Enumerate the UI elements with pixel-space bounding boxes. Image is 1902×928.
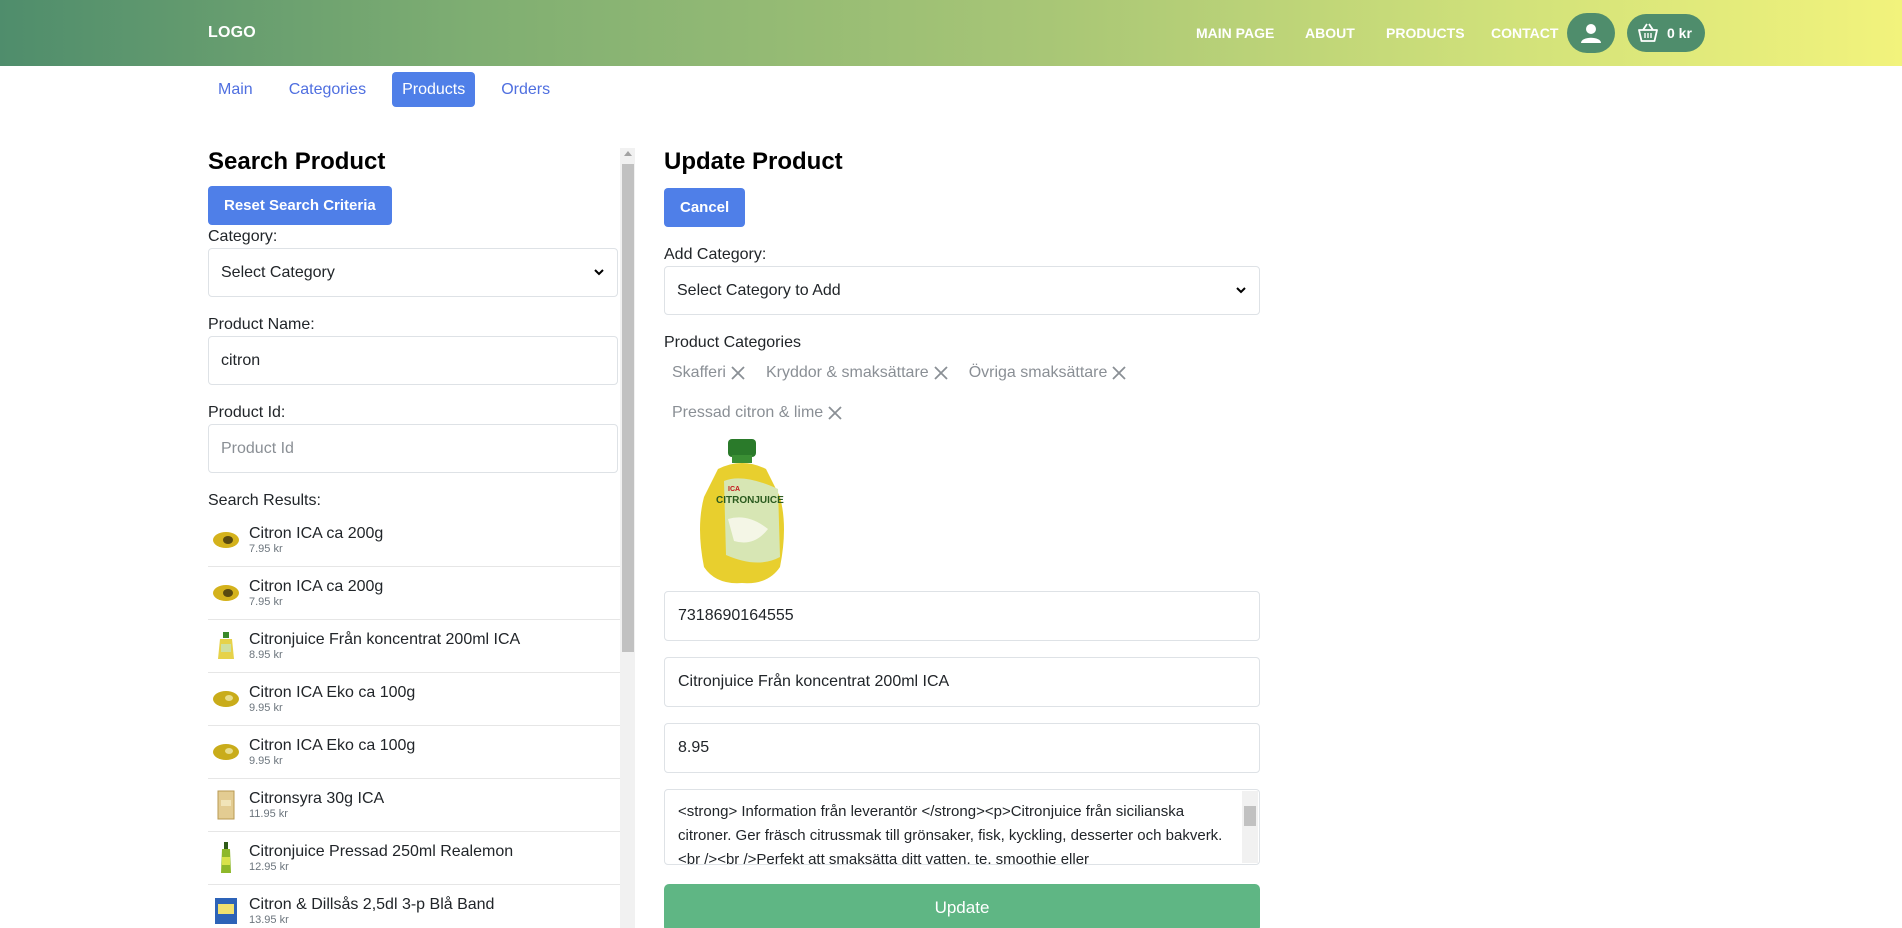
close-icon[interactable]	[933, 365, 949, 381]
lemon-icon	[212, 525, 240, 555]
add-category-label: Add Category:	[664, 246, 767, 263]
product-image-brand: ICA	[728, 486, 740, 493]
result-name: Citronjuice Pressad 250ml Realemon	[249, 843, 514, 860]
search-results-list: Citron ICA ca 200g 7.95 kr Citron ICA ca …	[208, 514, 620, 928]
scrollbar-thumb[interactable]	[622, 164, 634, 652]
category-chip: Pressad citron & lime	[664, 393, 851, 433]
reset-search-button[interactable]: Reset Search Criteria	[208, 186, 392, 225]
search-product-panel: Search Product Reset Search Criteria Cat…	[208, 148, 620, 928]
product-image-label: CITRONJUICE	[716, 495, 784, 506]
chevron-down-icon	[1236, 287, 1246, 294]
result-name: Citron & Dillsås 2,5dl 3-p Blå Band	[249, 896, 495, 913]
product-image: ICA CITRONJUICE	[688, 437, 798, 587]
cancel-button[interactable]: Cancel	[664, 188, 746, 227]
lemon-icon	[212, 684, 240, 714]
result-price: 12.95 kr	[249, 861, 289, 873]
category-select[interactable]: Select Category	[208, 248, 618, 297]
tab-main[interactable]: Main	[208, 72, 263, 107]
tab-products[interactable]: Products	[392, 72, 476, 107]
category-chip: Övriga smaksättare	[961, 353, 1136, 393]
list-item[interactable]: Citron ICA ca 200g 7.95 kr	[208, 567, 620, 620]
nav-about[interactable]: ABOUT	[1305, 25, 1355, 41]
product-id-field[interactable]: 7318690164555	[664, 591, 1260, 641]
tab-categories[interactable]: Categories	[279, 72, 376, 107]
category-chip: Kryddor & smaksättare	[758, 353, 957, 393]
result-price: 8.95 kr	[249, 649, 283, 661]
cart-button[interactable]: 0 kr	[1627, 14, 1705, 52]
result-price: 9.95 kr	[249, 755, 283, 767]
tab-orders[interactable]: Orders	[491, 72, 560, 107]
category-label: Category:	[208, 228, 278, 245]
result-name: Citronjuice Från koncentrat 200ml ICA	[249, 631, 521, 648]
product-description-textarea[interactable]: <strong> Information från leverantör </s…	[664, 789, 1260, 865]
textarea-scrollbar-thumb[interactable]	[1244, 806, 1256, 826]
add-category-select-value: Select Category to Add	[677, 281, 841, 299]
update-product-panel: Update Product Cancel Add Category: Sele…	[664, 148, 1260, 928]
user-icon	[1581, 24, 1601, 43]
nav-products[interactable]: PRODUCTS	[1386, 25, 1465, 41]
product-categories-list: Skafferi Kryddor & smaksättare Övriga sm…	[664, 353, 1260, 433]
chevron-down-icon	[594, 269, 604, 276]
update-button[interactable]: Update	[664, 884, 1260, 928]
cart-amount: 0 kr	[1667, 25, 1692, 41]
result-price: 9.95 kr	[249, 702, 283, 714]
top-navbar: LOGO MAIN PAGE ABOUT PRODUCTS CONTACT 0 …	[0, 0, 1902, 66]
nav-contact[interactable]: CONTACT	[1491, 25, 1558, 41]
logo[interactable]: LOGO	[208, 24, 256, 42]
close-icon[interactable]	[730, 365, 746, 381]
lemon-icon	[212, 737, 240, 767]
product-description-text: <strong> Information från leverantör </s…	[678, 803, 1223, 865]
product-id-label: Product Id:	[208, 404, 286, 421]
juice-bottle-icon	[212, 631, 240, 661]
result-name: Citronsyra 30g ICA	[249, 790, 385, 807]
packet-icon	[212, 790, 240, 820]
product-name-input[interactable]: citron	[208, 336, 618, 385]
category-chip-label: Kryddor & smaksättare	[765, 364, 929, 381]
scroll-up-arrow-icon[interactable]	[621, 150, 634, 162]
add-category-select[interactable]: Select Category to Add	[664, 266, 1260, 315]
result-name: Citron ICA Eko ca 100g	[249, 684, 416, 701]
user-account-button[interactable]	[1567, 13, 1615, 53]
result-name: Citron ICA ca 200g	[249, 525, 384, 542]
admin-tabs: Main Categories Products Orders	[208, 72, 576, 107]
product-id-input[interactable]: Product Id	[208, 424, 618, 473]
category-chip-label: Övriga smaksättare	[968, 364, 1108, 381]
category-chip-label: Skafferi	[672, 364, 726, 381]
result-price: 7.95 kr	[249, 543, 283, 555]
nav-main-page[interactable]: MAIN PAGE	[1196, 25, 1274, 41]
list-item[interactable]: Citron & Dillsås 2,5dl 3-p Blå Band 13.95…	[208, 885, 620, 928]
category-chip-label: Pressad citron & lime	[672, 404, 824, 421]
sauce-pack-icon	[212, 896, 240, 926]
list-item[interactable]: Citron ICA ca 200g 7.95 kr	[208, 514, 620, 567]
basket-icon	[1638, 23, 1658, 42]
product-name-field[interactable]: Citronjuice Från koncentrat 200ml ICA	[664, 657, 1260, 707]
close-icon[interactable]	[827, 405, 843, 421]
result-price: 7.95 kr	[249, 596, 283, 608]
search-results-label: Search Results:	[208, 492, 321, 509]
product-name-label: Product Name:	[208, 316, 315, 333]
result-price: 11.95 kr	[249, 808, 288, 820]
list-item[interactable]: Citronsyra 30g ICA 11.95 kr	[208, 779, 620, 832]
update-product-title: Update Product	[664, 148, 843, 175]
list-item[interactable]: Citron ICA Eko ca 100g 9.95 kr	[208, 673, 620, 726]
product-categories-label: Product Categories	[664, 334, 801, 351]
result-name: Citron ICA Eko ca 100g	[249, 737, 416, 754]
result-price: 13.95 kr	[249, 914, 289, 926]
list-item[interactable]: Citronjuice Pressad 250ml Realemon 12.95 …	[208, 832, 620, 885]
green-bottle-icon	[212, 842, 240, 873]
lemon-icon	[212, 578, 240, 608]
list-item[interactable]: Citron ICA Eko ca 100g 9.95 kr	[208, 726, 620, 779]
product-price-field[interactable]: 8.95	[664, 723, 1260, 773]
list-item[interactable]: Citronjuice Från koncentrat 200ml ICA 8.9…	[208, 620, 620, 673]
category-chip: Skafferi	[664, 353, 754, 393]
result-name: Citron ICA ca 200g	[249, 578, 384, 595]
category-select-value: Select Category	[221, 263, 335, 281]
search-product-title: Search Product	[208, 148, 386, 175]
close-icon[interactable]	[1111, 365, 1127, 381]
textarea-scrollbar[interactable]	[1242, 791, 1258, 863]
